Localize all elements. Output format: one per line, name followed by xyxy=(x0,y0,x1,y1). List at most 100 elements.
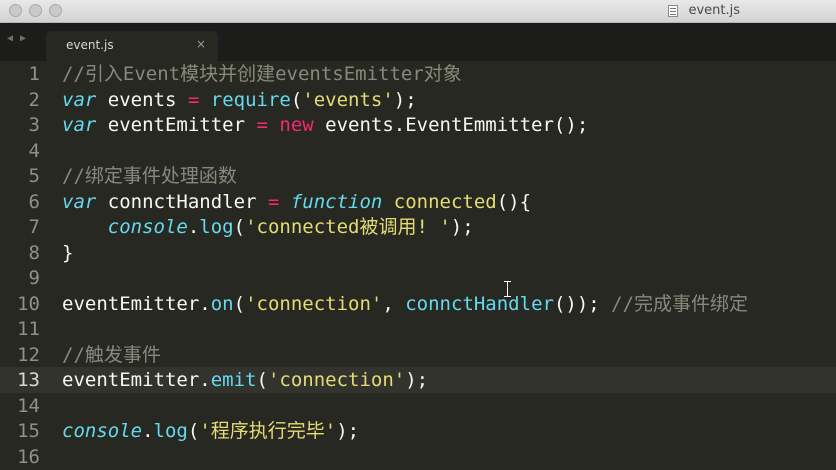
tab-bar: ◀ ▶ event.js × xyxy=(0,23,836,61)
code-text: console.log('程序执行完毕'); xyxy=(62,418,359,444)
code-token: var xyxy=(62,114,97,136)
code-token: 'events' xyxy=(302,88,394,111)
code-token: ( xyxy=(290,88,303,111)
code-line[interactable]: 9 xyxy=(0,265,836,291)
code-token: ); xyxy=(405,369,429,391)
text-cursor-icon xyxy=(504,281,511,297)
line-number: 15 xyxy=(17,420,40,442)
code-token: log xyxy=(153,420,188,442)
code-text: //绑定事件处理函数 xyxy=(62,163,237,189)
code-line[interactable]: 10 eventEmitter.on('connection', connctHa… xyxy=(0,291,836,317)
line-number: 11 xyxy=(17,318,40,340)
code-token: ); xyxy=(450,216,474,238)
window-titlebar: event.js xyxy=(0,0,836,23)
code-token: ); xyxy=(393,88,417,111)
code-line[interactable]: 6 var connctHandler = function connected(… xyxy=(0,189,836,215)
line-number: 14 xyxy=(17,394,40,417)
code-line[interactable]: 4 xyxy=(0,138,836,164)
window-title: event.js xyxy=(688,3,740,18)
close-icon[interactable]: × xyxy=(196,37,206,51)
code-token: //引入Event模块并创建eventsEmitter对象 xyxy=(62,63,462,85)
line-number: 1 xyxy=(28,63,40,85)
line-number: 4 xyxy=(28,139,40,162)
code-line[interactable]: 15 console.log('程序执行完毕'); xyxy=(0,418,836,444)
code-token: eventEmitter xyxy=(96,114,257,136)
line-number: 12 xyxy=(17,343,40,366)
line-number: 8 xyxy=(28,241,40,264)
code-line[interactable]: 1 //引入Event模块并创建eventsEmitter对象 xyxy=(0,61,836,87)
line-number: 9 xyxy=(28,267,40,289)
code-line[interactable]: 16 xyxy=(0,444,836,470)
code-token: eventEmitter. xyxy=(62,369,211,391)
code-line[interactable]: 8} xyxy=(0,240,836,266)
line-number: 6 xyxy=(28,190,40,213)
code-token: , xyxy=(382,292,406,315)
line-number: 16 xyxy=(17,445,40,468)
code-token: console xyxy=(107,216,188,238)
code-line[interactable]: 5 //绑定事件处理函数 xyxy=(0,163,836,189)
code-token: connctHandler xyxy=(405,292,554,315)
code-text: console.log('connected被调用! '); xyxy=(62,214,474,240)
code-text: var events = require('events'); xyxy=(62,87,417,113)
code-token: var xyxy=(62,88,97,111)
code-token: . xyxy=(142,420,154,442)
code-text: //引入Event模块并创建eventsEmitter对象 xyxy=(62,61,462,87)
code-line[interactable]: 7 console.log('connected被调用! '); xyxy=(0,214,836,240)
code-token: = xyxy=(187,88,200,111)
code-token: function xyxy=(290,190,383,213)
code-token: = xyxy=(267,190,280,213)
code-token: eventEmitter. xyxy=(62,292,211,315)
code-token: ( xyxy=(256,369,268,391)
code-token: //触发事件 xyxy=(62,343,161,366)
code-token: 'connected被调用! ' xyxy=(245,216,451,238)
code-token: } xyxy=(62,241,74,264)
code-token: //完成事件绑定 xyxy=(611,292,749,315)
code-token: new xyxy=(279,114,314,136)
line-number: 10 xyxy=(17,292,40,315)
code-token: ); xyxy=(336,420,360,442)
code-line[interactable]: 14 xyxy=(0,393,836,419)
code-line[interactable]: 2 var events = require('events'); xyxy=(0,87,836,113)
code-token: require xyxy=(210,88,291,111)
nav-forward-icon[interactable]: ▶ xyxy=(20,33,26,44)
code-token: ()); xyxy=(553,292,612,315)
code-token: emit xyxy=(210,369,257,391)
code-token: . xyxy=(187,216,200,238)
code-token: 'connection' xyxy=(245,292,383,315)
line-number: 5 xyxy=(28,165,40,187)
line-number: 7 xyxy=(28,216,40,238)
code-token: events xyxy=(96,88,188,111)
code-text: var connctHandler = function connected()… xyxy=(62,189,531,215)
code-token: (){ xyxy=(496,190,532,213)
code-token: var xyxy=(62,190,97,213)
code-token: ( xyxy=(233,216,246,238)
code-text: } xyxy=(62,240,73,266)
code-editor[interactable]: 1 //引入Event模块并创建eventsEmitter对象 2 var event… xyxy=(0,61,836,468)
code-token: connected xyxy=(382,190,497,213)
line-number: 2 xyxy=(28,88,40,111)
line-number: 3 xyxy=(28,114,40,136)
code-token: console xyxy=(62,420,143,442)
code-token: on xyxy=(210,292,234,315)
code-text: //触发事件 xyxy=(62,342,161,368)
code-text: var eventEmitter = new events.EventEmmit… xyxy=(62,112,588,138)
code-line[interactable]: 3 var eventEmitter = new events.EventEmmi… xyxy=(0,112,836,138)
code-token: //绑定事件处理函数 xyxy=(62,165,237,187)
code-text: eventEmitter.emit('connection'); xyxy=(62,367,428,393)
code-token: '程序执行完毕' xyxy=(199,420,337,442)
code-token: events.EventEmmitter(); xyxy=(313,114,589,136)
code-line[interactable]: 12 //触发事件 xyxy=(0,342,836,368)
line-number: 13 xyxy=(17,369,40,391)
tab-event-js[interactable]: event.js × xyxy=(46,31,218,61)
code-token: 'connection' xyxy=(267,369,406,391)
code-line[interactable]: 11 xyxy=(0,316,836,342)
code-token: ( xyxy=(187,420,200,442)
code-token: ( xyxy=(233,292,246,315)
nav-back-icon[interactable]: ◀ xyxy=(7,33,13,44)
code-line[interactable]: 13 eventEmitter.emit('connection'); xyxy=(0,367,836,393)
code-text: eventEmitter.on('connection', connctHand… xyxy=(62,291,748,317)
